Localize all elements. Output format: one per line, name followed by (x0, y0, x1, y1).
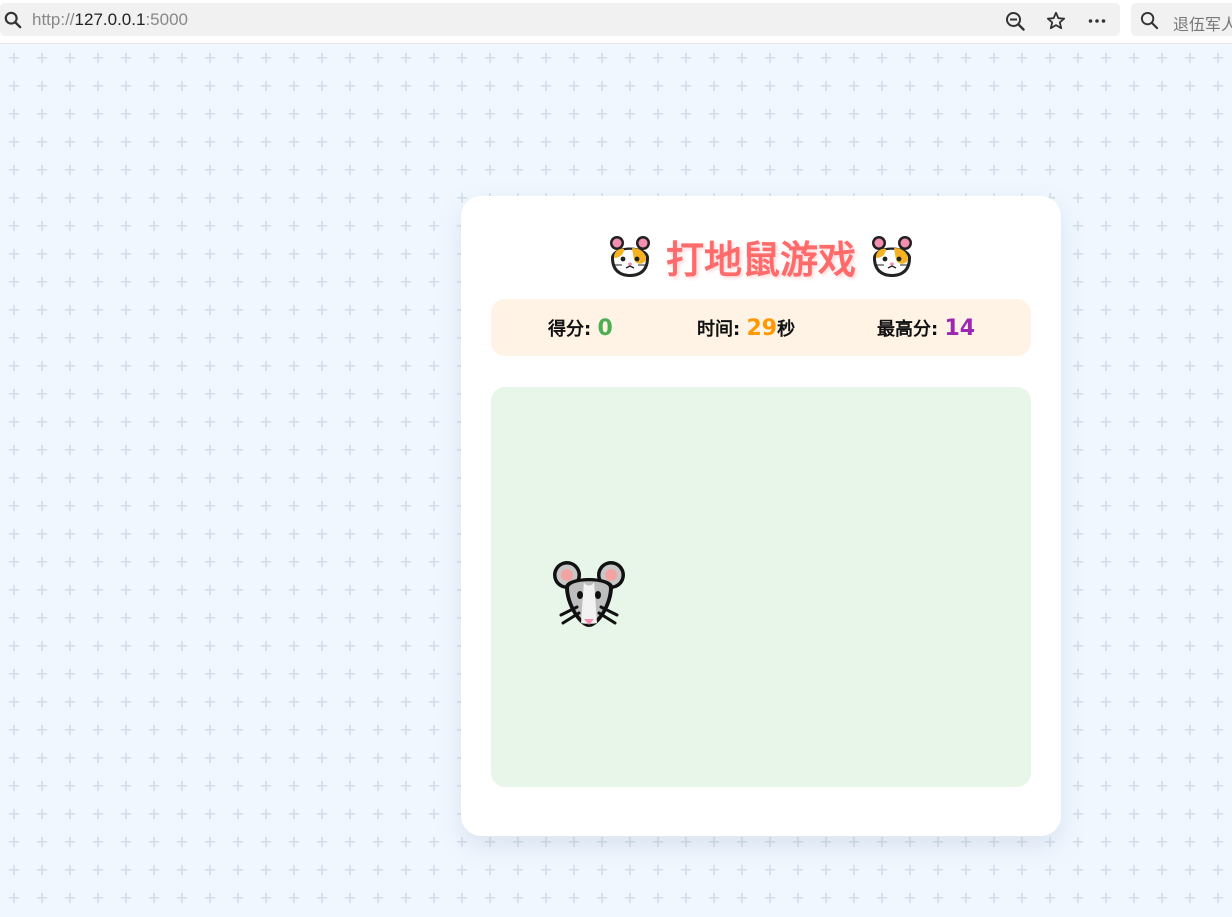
url-port: :5000 (145, 10, 188, 29)
search-text: 退伍军人 (1173, 15, 1232, 34)
time-label: 时间: (697, 319, 747, 340)
score-label: 得分: (548, 319, 598, 340)
search-icon (1140, 11, 1159, 30)
bookmark-star-icon[interactable] (1046, 11, 1066, 31)
url-host: 127.0.0.1 (74, 10, 146, 29)
search-icon (4, 11, 22, 29)
url-scheme: http:// (32, 10, 75, 29)
stats-panel: 得分: 0 时间: 29秒 最高分: 14 (491, 299, 1031, 356)
search-box[interactable]: 退伍军人 (1131, 3, 1232, 36)
hamster-face-icon (609, 236, 650, 277)
game-field[interactable] (491, 387, 1031, 787)
url-text[interactable]: http://127.0.0.1:5000 (32, 10, 188, 30)
best-score-label: 最高分: (877, 319, 945, 340)
time-value: 29 (746, 316, 778, 341)
game-card: 打地鼠游戏 得分: 0 时间: 29秒 最高分: 14 (461, 196, 1061, 836)
score-value: 0 (597, 316, 613, 341)
mouse-face-icon[interactable] (551, 557, 627, 633)
zoom-out-icon[interactable] (1005, 11, 1025, 31)
game-title-row: 打地鼠游戏 (461, 226, 1061, 286)
hamster-face-icon (872, 236, 912, 277)
more-menu-icon[interactable] (1087, 11, 1107, 31)
address-bar[interactable]: http://127.0.0.1:5000 (0, 3, 1120, 36)
best-score-value: 14 (944, 316, 976, 341)
best-score-stat: 最高分: 14 (877, 315, 975, 341)
time-stat: 时间: 29秒 (697, 315, 795, 341)
score-stat: 得分: 0 (548, 315, 613, 341)
game-title: 打地鼠游戏 (665, 237, 856, 282)
time-unit: 秒 (777, 319, 796, 340)
browser-toolbar: http://127.0.0.1:5000 退伍军人 (0, 0, 1232, 44)
